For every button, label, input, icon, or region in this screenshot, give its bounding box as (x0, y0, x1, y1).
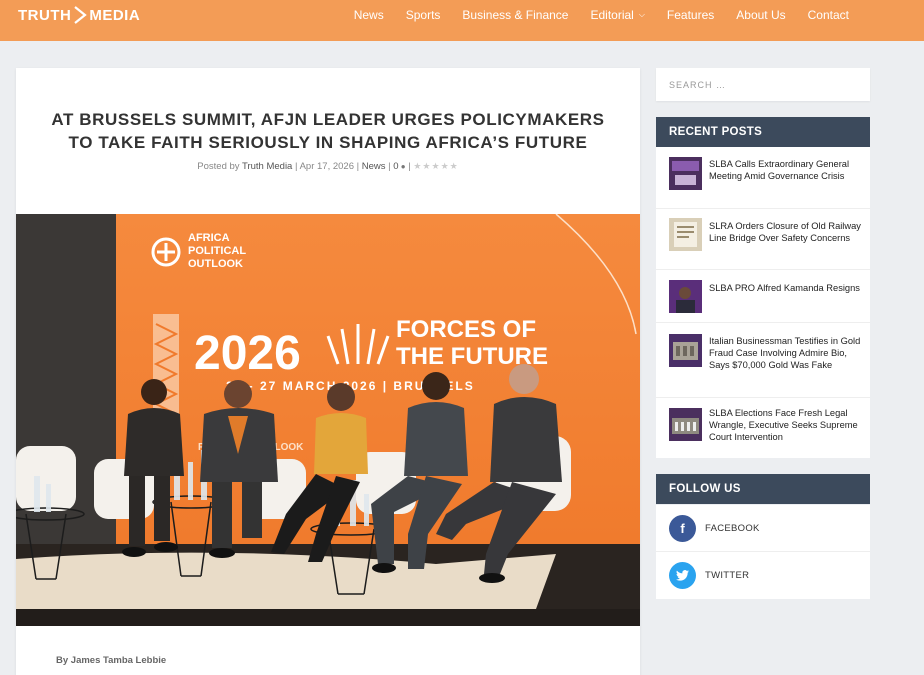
logo-chevron-icon (74, 6, 88, 24)
summit-panel-photo: AFRICA POLITICAL OUTLOOK 2026 FORCES OF … (16, 214, 640, 626)
nav-news[interactable]: News (343, 8, 395, 22)
recent-posts-list: SLBA Calls Extraordinary General Meeting… (656, 147, 870, 458)
facebook-icon: f (669, 514, 696, 542)
meta-sep: | (356, 161, 360, 172)
stage-logo-line1: AFRICA (188, 232, 230, 244)
comment-bubble-icon: ● (398, 162, 406, 171)
chevron-down-icon: ⌵ (638, 10, 645, 19)
list-item[interactable]: SLBA Elections Face Fresh Legal Wrangle,… (656, 398, 870, 458)
featured-image: AFRICA POLITICAL OUTLOOK 2026 FORCES OF … (16, 214, 640, 626)
recent-post-title[interactable]: SLBA Elections Face Fresh Legal Wrangle,… (709, 407, 861, 444)
meta-sep: | (388, 161, 391, 172)
meta-sep: | (408, 161, 411, 172)
article-card: AT BRUSSELS SUMMIT, AFJN LEADER URGES PO… (16, 68, 640, 675)
nav-business-finance[interactable]: Business & Finance (451, 8, 579, 22)
post-date: Apr 17, 2026 (299, 161, 354, 172)
nav-about-us[interactable]: About Us (725, 8, 796, 22)
twitter-link[interactable]: TWITTER (656, 552, 870, 599)
logo-text-left: TRUTH (18, 6, 72, 24)
twitter-label: TWITTER (705, 570, 750, 581)
post-thumbnail (669, 157, 702, 190)
post-thumbnail (669, 218, 702, 251)
logo-text-right: MEDIA (89, 6, 141, 24)
nav-features[interactable]: Features (656, 8, 725, 22)
post-meta: Posted by Truth Media | Apr 17, 2026 | N… (16, 161, 640, 172)
facebook-label: FACEBOOK (705, 522, 760, 534)
post-thumbnail (669, 408, 702, 441)
follow-us-heading: FOLLOW US (656, 474, 870, 504)
recent-post-title[interactable]: SLRA Orders Closure of Old Railway Line … (709, 220, 861, 244)
category-link[interactable]: News (362, 161, 386, 172)
list-item[interactable]: SLBA Calls Extraordinary General Meeting… (656, 147, 870, 209)
nav-sports[interactable]: Sports (395, 8, 452, 22)
site-header: TRUTH MEDIA News Sports Business & Finan… (0, 0, 924, 41)
search-input[interactable] (656, 68, 870, 101)
rating-stars-icon: ★★★★★ (413, 161, 459, 171)
recent-post-title[interactable]: SLBA Calls Extraordinary General Meeting… (709, 158, 861, 182)
stage-logo-line2: POLITICAL (188, 245, 246, 257)
recent-posts-heading: RECENT POSTS (656, 117, 870, 147)
list-item[interactable]: SLBA PRO Alfred Kamanda Resigns (656, 270, 870, 323)
meta-prefix: Posted by (197, 161, 240, 172)
article-title: AT BRUSSELS SUMMIT, AFJN LEADER URGES PO… (51, 110, 605, 152)
search-box (656, 68, 870, 101)
list-item[interactable]: Italian Businessman Testifies in Gold Fr… (656, 323, 870, 398)
recent-post-title[interactable]: SLBA PRO Alfred Kamanda Resigns (709, 282, 861, 294)
list-item[interactable]: SLRA Orders Closure of Old Railway Line … (656, 209, 870, 270)
post-thumbnail (669, 280, 702, 313)
nav-contact[interactable]: Contact (797, 8, 860, 22)
article-byline: By James Tamba Lebbie (56, 655, 167, 666)
stage-year: 2026 (194, 327, 301, 380)
nav-editorial[interactable]: Editorial ⌵ (579, 8, 655, 22)
main-nav: News Sports Business & Finance Editorial… (343, 8, 860, 22)
nav-editorial-label: Editorial (590, 8, 634, 22)
comments-link[interactable]: 0 ● (393, 161, 405, 172)
facebook-link[interactable]: f FACEBOOK (656, 505, 870, 552)
site-logo[interactable]: TRUTH MEDIA (18, 6, 140, 24)
meta-sep: | (294, 161, 298, 172)
stage-headline-1: FORCES OF (396, 316, 536, 343)
follow-us-widget: f FACEBOOK TWITTER (656, 505, 870, 599)
author-link[interactable]: Truth Media (242, 161, 292, 172)
stage-logo-line3: OUTLOOK (188, 258, 243, 270)
twitter-icon (669, 562, 696, 589)
recent-post-title[interactable]: Italian Businessman Testifies in Gold Fr… (709, 335, 861, 372)
post-thumbnail (669, 334, 702, 367)
